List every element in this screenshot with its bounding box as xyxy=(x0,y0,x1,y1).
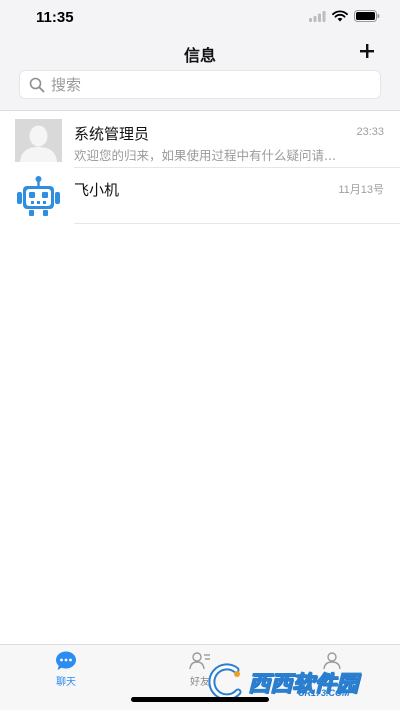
search-icon xyxy=(29,77,45,92)
page-title: 信息 xyxy=(183,46,216,65)
tab-chat[interactable]: 聊天 xyxy=(21,651,111,691)
search-bar[interactable] xyxy=(19,70,381,99)
status-bar: 11:35 xyxy=(0,0,400,36)
plus-icon xyxy=(360,44,374,58)
default-user-avatar-icon xyxy=(15,119,62,162)
chat-name: 系统管理员 xyxy=(74,125,150,143)
watermark-logo: 西西软件园 CR173.COM xyxy=(206,662,384,702)
chat-row-feixiaoji[interactable]: 飞小机 11月13号 xyxy=(0,168,400,224)
top-header-area: 11:35 信息 xyxy=(0,0,400,111)
home-indicator xyxy=(131,697,269,702)
robot-avatar-icon xyxy=(15,175,62,218)
chat-row-system-admin[interactable]: 系统管理员 23:33 欢迎您的归来，如果使用过程中有什么疑问请... xyxy=(0,112,400,168)
chat-time: 23:33 xyxy=(356,126,384,138)
chat-list: 系统管理员 23:33 欢迎您的归来，如果使用过程中有什么疑问请... 飞小机 … xyxy=(0,112,400,224)
tab-label: 聊天 xyxy=(56,677,76,688)
watermark-sub: CR173.COM xyxy=(298,688,350,698)
battery-icon xyxy=(354,10,380,22)
signal-icon xyxy=(309,10,326,22)
watermark-c-icon xyxy=(208,663,242,701)
wifi-icon xyxy=(332,10,348,22)
search-input[interactable] xyxy=(51,75,351,94)
status-time: 11:35 xyxy=(36,9,74,26)
chat-time: 11月13号 xyxy=(338,184,384,196)
chat-bubble-icon xyxy=(56,651,76,670)
status-icons xyxy=(309,10,380,22)
row-divider xyxy=(74,223,400,224)
add-button[interactable] xyxy=(356,40,378,62)
chat-preview: 欢迎您的归来，如果使用过程中有什么疑问请... xyxy=(74,148,336,163)
chat-name: 飞小机 xyxy=(74,181,120,199)
